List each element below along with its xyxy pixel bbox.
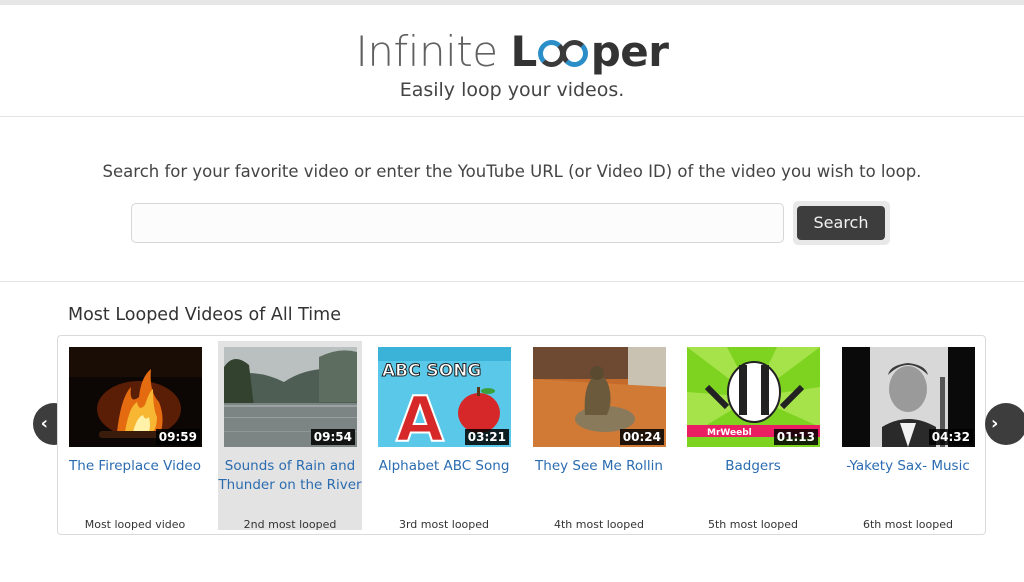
video-title-link[interactable]: Sounds of Rain and Thunder on the River bbox=[218, 457, 362, 495]
video-rank: 6th most looped bbox=[862, 518, 953, 531]
site-header: Infinite Lper Easily loop your videos. bbox=[0, 5, 1024, 117]
section-title: Most Looped Videos of All Time bbox=[68, 305, 341, 325]
video-thumbnail[interactable]: 09:54 bbox=[224, 347, 357, 447]
logo-text-infinite: Infinite bbox=[355, 27, 499, 76]
video-duration: 03:21 bbox=[464, 429, 509, 445]
video-title-link[interactable]: They See Me Rollin bbox=[527, 457, 671, 476]
video-card[interactable]: 09:59 The Fireplace Video Most looped vi… bbox=[63, 341, 207, 531]
tagline: Easily loop your videos. bbox=[399, 79, 625, 101]
video-rank: 3rd most looped bbox=[398, 518, 490, 531]
thumb-letter: A bbox=[396, 383, 444, 447]
video-card[interactable]: 00:24 They See Me Rollin 4th most looped bbox=[527, 341, 671, 531]
search-section: Search for your favorite video or enter … bbox=[0, 118, 1024, 282]
video-title-link[interactable]: -Yakety Sax- Music bbox=[836, 457, 980, 476]
video-title-link[interactable]: The Fireplace Video bbox=[63, 457, 207, 476]
video-duration: 00:24 bbox=[619, 429, 664, 445]
chevron-left-icon: ‹ bbox=[40, 413, 48, 434]
loop-rings-icon bbox=[537, 38, 590, 68]
video-card[interactable]: 09:54 Sounds of Rain and Thunder on the … bbox=[218, 341, 362, 531]
carousel-next-button[interactable]: › bbox=[985, 403, 1024, 445]
video-duration: 09:54 bbox=[310, 429, 355, 445]
video-rank: 2nd most looped bbox=[243, 518, 337, 531]
video-rank: Most looped video bbox=[84, 518, 186, 531]
video-thumbnail[interactable]: 09:59 bbox=[69, 347, 202, 447]
video-duration: 01:13 bbox=[773, 429, 818, 445]
video-thumbnail[interactable]: 00:24 bbox=[533, 347, 666, 447]
video-duration: 04:32 bbox=[928, 429, 973, 445]
video-title-link[interactable]: Alphabet ABC Song bbox=[372, 457, 516, 476]
video-duration: 09:59 bbox=[155, 429, 200, 445]
search-button-frame: Search bbox=[793, 201, 890, 245]
video-title-link[interactable]: Badgers bbox=[681, 457, 825, 476]
video-thumbnail[interactable]: ABC SONG A 03:21 bbox=[378, 347, 511, 447]
thumb-caption: MrWeebl bbox=[707, 428, 752, 438]
search-input[interactable] bbox=[131, 203, 784, 243]
video-carousel: 09:59 The Fireplace Video Most looped vi… bbox=[57, 335, 986, 535]
site-logo[interactable]: Infinite Lper bbox=[0, 27, 1024, 77]
search-button[interactable]: Search bbox=[797, 206, 885, 240]
video-rank: 5th most looped bbox=[707, 518, 798, 531]
video-card[interactable]: 04:32 -Yakety Sax- Music 6th most looped bbox=[836, 341, 980, 531]
video-thumbnail[interactable]: 04:32 bbox=[842, 347, 975, 447]
video-thumbnail[interactable]: MrWeebl 01:13 bbox=[687, 347, 820, 447]
video-card[interactable]: MrWeebl 01:13 Badgers 5th most looped bbox=[681, 341, 825, 531]
thumb-caption: ABC SONG bbox=[382, 361, 481, 381]
logo-text-per: per bbox=[590, 27, 669, 76]
search-prompt: Search for your favorite video or enter … bbox=[102, 162, 922, 181]
chevron-right-icon: › bbox=[991, 413, 999, 434]
logo-text-l: L bbox=[510, 27, 537, 76]
video-rank: 4th most looped bbox=[553, 518, 644, 531]
video-card[interactable]: ABC SONG A 03:21 Alphabet ABC Song 3rd m… bbox=[372, 341, 516, 531]
